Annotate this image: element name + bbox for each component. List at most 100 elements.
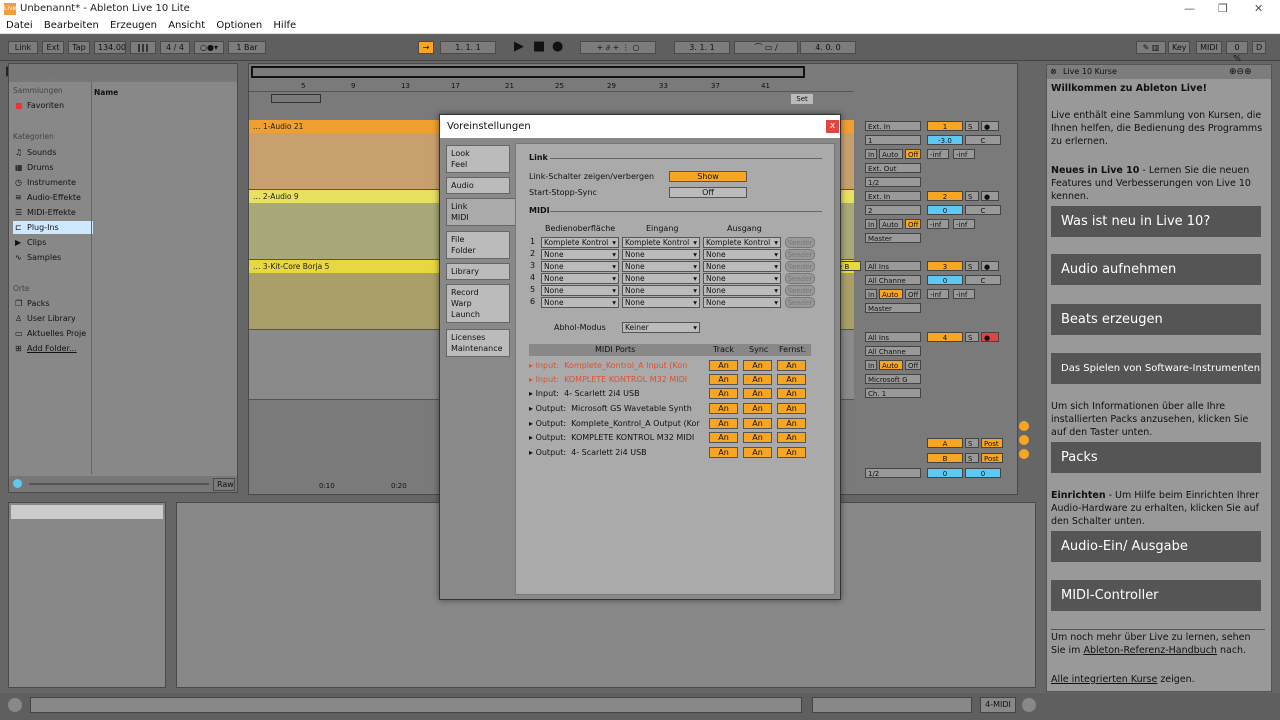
monitor-in-button[interactable]: In — [865, 360, 877, 370]
midi-port-row[interactable]: ▸ Input: Komplete_Kontrol_A Input (Kon An… — [529, 359, 811, 372]
control-surface-select[interactable]: None — [541, 273, 619, 284]
track-toggle[interactable]: An — [709, 403, 738, 414]
help-play-instruments-button[interactable]: Das Spielen von Software-Instrumenten — [1051, 353, 1261, 384]
sidebar-item-drums[interactable]: ▦ Drums — [13, 161, 93, 174]
takeover-mode-select[interactable]: Keiner — [622, 322, 700, 333]
tab-look-feel[interactable]: Look Feel — [446, 145, 510, 173]
surface-output-select[interactable]: None — [703, 297, 781, 308]
arm-button[interactable]: ● — [981, 261, 999, 271]
sidebar-item-midi-effects[interactable]: ☰ MIDI-Effekte — [13, 206, 93, 219]
return-b-activator[interactable]: B — [927, 453, 963, 463]
control-surface-select[interactable]: None — [541, 261, 619, 272]
link-show-toggle[interactable]: Show — [669, 171, 747, 182]
control-surface-select[interactable]: None — [541, 297, 619, 308]
preview-toggle-icon[interactable] — [13, 479, 22, 488]
help-whats-new-button[interactable]: Was ist neu in Live 10? — [1051, 206, 1261, 237]
master-pan-field[interactable]: 0 — [965, 468, 1001, 478]
arm-button[interactable]: ● — [981, 332, 999, 342]
detail-toggle-icon[interactable] — [1022, 698, 1036, 712]
sidebar-item-clips[interactable]: ▶ Clips — [13, 236, 93, 249]
sync-toggle[interactable]: An — [743, 403, 772, 414]
input-channel-select[interactable]: 1 — [865, 135, 921, 145]
monitor-auto-button[interactable]: Auto — [879, 360, 903, 370]
monitor-in-button[interactable]: In — [865, 219, 877, 229]
play-icon[interactable]: ▶ — [514, 39, 524, 54]
sync-toggle[interactable]: An — [743, 447, 772, 458]
surface-output-select[interactable]: None — [703, 249, 781, 260]
help-create-beats-button[interactable]: Beats erzeugen — [1051, 304, 1261, 335]
midi-port-row[interactable]: ▸ Output: Komplete_Kontrol_A Output (Kor… — [529, 417, 811, 430]
pan-field[interactable]: C — [965, 275, 1001, 285]
tab-record-warp-launch[interactable]: Record Warp Launch — [446, 284, 510, 323]
surface-output-select[interactable]: None — [703, 261, 781, 272]
record-icon[interactable]: ● — [552, 39, 563, 54]
io-toggle-icon[interactable] — [1019, 421, 1029, 431]
track-activator[interactable]: 3 — [927, 261, 963, 271]
info-toggle-icon[interactable] — [8, 698, 22, 712]
track-activator[interactable]: 1 — [927, 121, 963, 131]
search-input[interactable] — [29, 66, 229, 80]
midi-port-row[interactable]: ▸ Output: Microsoft GS Wavetable Synth An… — [529, 402, 811, 415]
menu-bearbeiten[interactable]: Bearbeiten — [44, 20, 99, 31]
nudge-icon[interactable]: ‖‖‖ — [130, 41, 156, 54]
sidebar-item-audio-effects[interactable]: ≋ Audio-Effekte — [13, 191, 93, 204]
monitor-off-button[interactable]: Off — [905, 289, 921, 299]
remote-toggle[interactable]: An — [777, 432, 806, 443]
remote-toggle[interactable]: An — [777, 403, 806, 414]
surface-input-select[interactable]: None — [622, 261, 700, 272]
volume-field[interactable]: 0 — [927, 275, 963, 285]
key-map-button[interactable]: Key — [1168, 41, 1190, 54]
beat-ruler[interactable]: 5 9 13 17 21 25 29 33 37 41 — [249, 82, 854, 92]
maximize-icon[interactable]: ❐ — [1218, 2, 1228, 15]
surface-input-select[interactable]: Komplete Kontrol — [622, 237, 700, 248]
sidebar-item-sounds[interactable]: ♫ Sounds — [13, 146, 93, 159]
input-channel-select[interactable]: All Channe — [865, 275, 921, 285]
menu-optionen[interactable]: Optionen — [216, 20, 262, 31]
input-channel-select[interactable]: 2 — [865, 205, 921, 215]
output-type-select[interactable]: Microsoft G — [865, 374, 921, 384]
input-channel-select[interactable]: All Channe — [865, 346, 921, 356]
sidebar-item-packs[interactable]: ❐ Packs — [13, 297, 93, 310]
help-manual-link[interactable]: Ableton-Referenz-Handbuch — [1083, 645, 1217, 656]
dump-button[interactable]: Sender — [785, 285, 815, 296]
input-type-select[interactable]: All Ins — [865, 261, 921, 271]
surface-output-select[interactable]: Komplete Kontrol — [703, 237, 781, 248]
loop-length-field[interactable]: 4. 0. 0 — [800, 41, 856, 54]
output-channel-select[interactable]: Ch. 1 — [865, 388, 921, 398]
preview-scrubber[interactable] — [29, 483, 209, 485]
metronome-icon[interactable]: ○●▾ — [194, 41, 224, 54]
arm-button[interactable]: ● — [981, 121, 999, 131]
tab-licenses-maintenance[interactable]: Licenses Maintenance — [446, 329, 510, 357]
surface-output-select[interactable]: None — [703, 273, 781, 284]
tap-button[interactable]: Tap — [68, 41, 90, 54]
post-button[interactable]: Post — [981, 453, 1003, 463]
monitor-off-button[interactable]: Off — [905, 360, 921, 370]
sidebar-item-instruments[interactable]: ◷ Instrumente — [13, 176, 93, 189]
return-a-activator[interactable]: A — [927, 438, 963, 448]
help-record-audio-button[interactable]: Audio aufnehmen — [1051, 254, 1261, 285]
dump-button[interactable]: Sender — [785, 237, 815, 248]
midi-port-row[interactable]: ▸ Output: KOMPLETE KONTROL M32 MIDI An An A… — [529, 431, 811, 444]
start-stop-sync-toggle[interactable]: Off — [669, 187, 747, 198]
control-surface-select[interactable]: None — [541, 285, 619, 296]
nav-buttons-icon[interactable]: ⊕⊖⊕ — [1229, 65, 1252, 79]
mixer-toggle-icon[interactable] — [1019, 449, 1029, 459]
master-output-select[interactable]: 1/2 — [865, 468, 921, 478]
solo-button[interactable]: S — [965, 121, 979, 131]
sync-toggle[interactable]: An — [743, 374, 772, 385]
sidebar-item-current-project[interactable]: ▭ Aktuelles Proje — [13, 327, 93, 340]
close-icon[interactable]: ⊗ — [1050, 65, 1057, 79]
loop-start-field[interactable]: 3. 1. 1 — [674, 41, 730, 54]
returns-toggle-icon[interactable] — [1019, 435, 1029, 445]
tab-audio[interactable]: Audio — [446, 177, 510, 194]
follow-icon[interactable]: → — [418, 41, 434, 54]
dump-button[interactable]: Sender — [785, 261, 815, 272]
volume-field[interactable]: 0 — [927, 205, 963, 215]
input-type-select[interactable]: Ext. In — [865, 191, 921, 201]
remote-toggle[interactable]: An — [777, 360, 806, 371]
surface-input-select[interactable]: None — [622, 273, 700, 284]
sidebar-item-add-folder[interactable]: ⊞ Add Folder... — [13, 342, 93, 355]
track-toggle[interactable]: An — [709, 388, 738, 399]
surface-input-select[interactable]: None — [622, 297, 700, 308]
monitor-auto-button[interactable]: Auto — [879, 289, 903, 299]
